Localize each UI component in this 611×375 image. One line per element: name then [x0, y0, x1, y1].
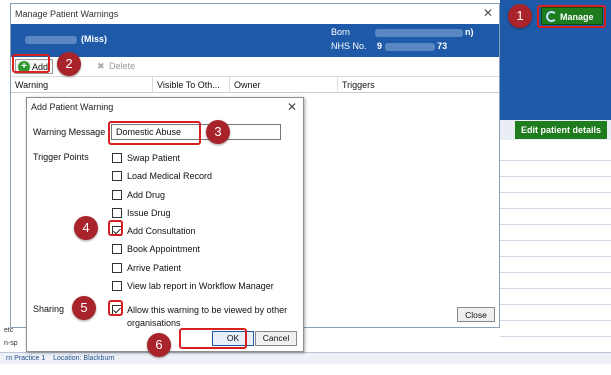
toolbar: + Add ✖ Delete — [11, 57, 499, 77]
background-text-fragment: n-sp — [4, 340, 18, 347]
status-bar: rn Practice 1 Location: Blackburn — [0, 352, 611, 364]
nhs-field: NHS No. 9 73 — [331, 41, 448, 51]
close-icon[interactable]: ✕ — [287, 100, 297, 114]
trigger-points-label: Trigger Points — [33, 152, 89, 162]
callout-badge-4: 4 — [74, 216, 98, 240]
checkbox[interactable] — [112, 171, 122, 181]
callout-badge-6: 6 — [147, 333, 171, 357]
patient-header: (Miss) Born n) NHS No. 9 73 — [11, 24, 499, 57]
checkbox[interactable] — [112, 153, 122, 163]
column-header-triggers[interactable]: Triggers — [338, 77, 499, 93]
patient-name: (Miss) — [25, 34, 107, 44]
row-divider — [500, 240, 611, 241]
row-divider — [500, 272, 611, 273]
delete-button[interactable]: ✖ Delete — [97, 59, 135, 74]
row-divider — [500, 192, 611, 193]
checkbox[interactable] — [112, 244, 122, 254]
checkbox[interactable] — [112, 263, 122, 273]
redacted-name — [25, 35, 77, 44]
highlight-manage — [537, 5, 606, 28]
highlight-add — [12, 54, 50, 73]
row-divider — [500, 304, 611, 305]
callout-badge-1: 1 — [508, 4, 532, 28]
callout-badge-5: 5 — [72, 296, 96, 320]
born-field: Born n) — [331, 27, 474, 37]
highlight-add-consultation — [108, 220, 123, 236]
column-header-warning[interactable]: Warning — [11, 77, 153, 93]
row-divider — [500, 224, 611, 225]
dialog-title: Add Patient Warning — [31, 102, 114, 112]
cancel-button[interactable]: Cancel — [255, 331, 297, 346]
warnings-table-header: Warning Visible To Oth... Owner Triggers — [11, 77, 499, 93]
row-divider — [500, 336, 611, 337]
row-divider — [500, 320, 611, 321]
redacted-nhs — [384, 42, 435, 51]
row-divider — [500, 176, 611, 177]
row-divider — [500, 256, 611, 257]
highlight-warning-message — [108, 121, 201, 145]
checkbox[interactable] — [112, 281, 122, 291]
sharing-label: Sharing — [33, 304, 65, 314]
row-divider — [500, 288, 611, 289]
callout-badge-2: 2 — [57, 52, 81, 76]
highlight-sharing — [108, 300, 123, 316]
close-button[interactable]: Close — [457, 307, 495, 322]
sharing-description: Allow this warning to be viewed by other… — [127, 305, 288, 328]
row-divider — [500, 208, 611, 209]
redacted-dob — [374, 28, 463, 37]
callout-badge-3: 3 — [206, 120, 230, 144]
checkbox[interactable] — [112, 208, 122, 218]
column-header-owner[interactable]: Owner — [230, 77, 338, 93]
close-icon[interactable]: ✕ — [483, 6, 493, 20]
window-title: Manage Patient Warnings — [11, 4, 499, 24]
warning-message-label: Warning Message — [33, 127, 106, 137]
background-text-fragment: etc — [4, 327, 14, 334]
column-header-visible[interactable]: Visible To Oth... — [153, 77, 230, 93]
checkbox[interactable] — [112, 190, 122, 200]
highlight-ok — [179, 328, 247, 349]
delete-icon: ✖ — [97, 61, 105, 71]
edit-patient-details-button[interactable]: Edit patient details — [515, 121, 607, 139]
row-divider — [500, 160, 611, 161]
